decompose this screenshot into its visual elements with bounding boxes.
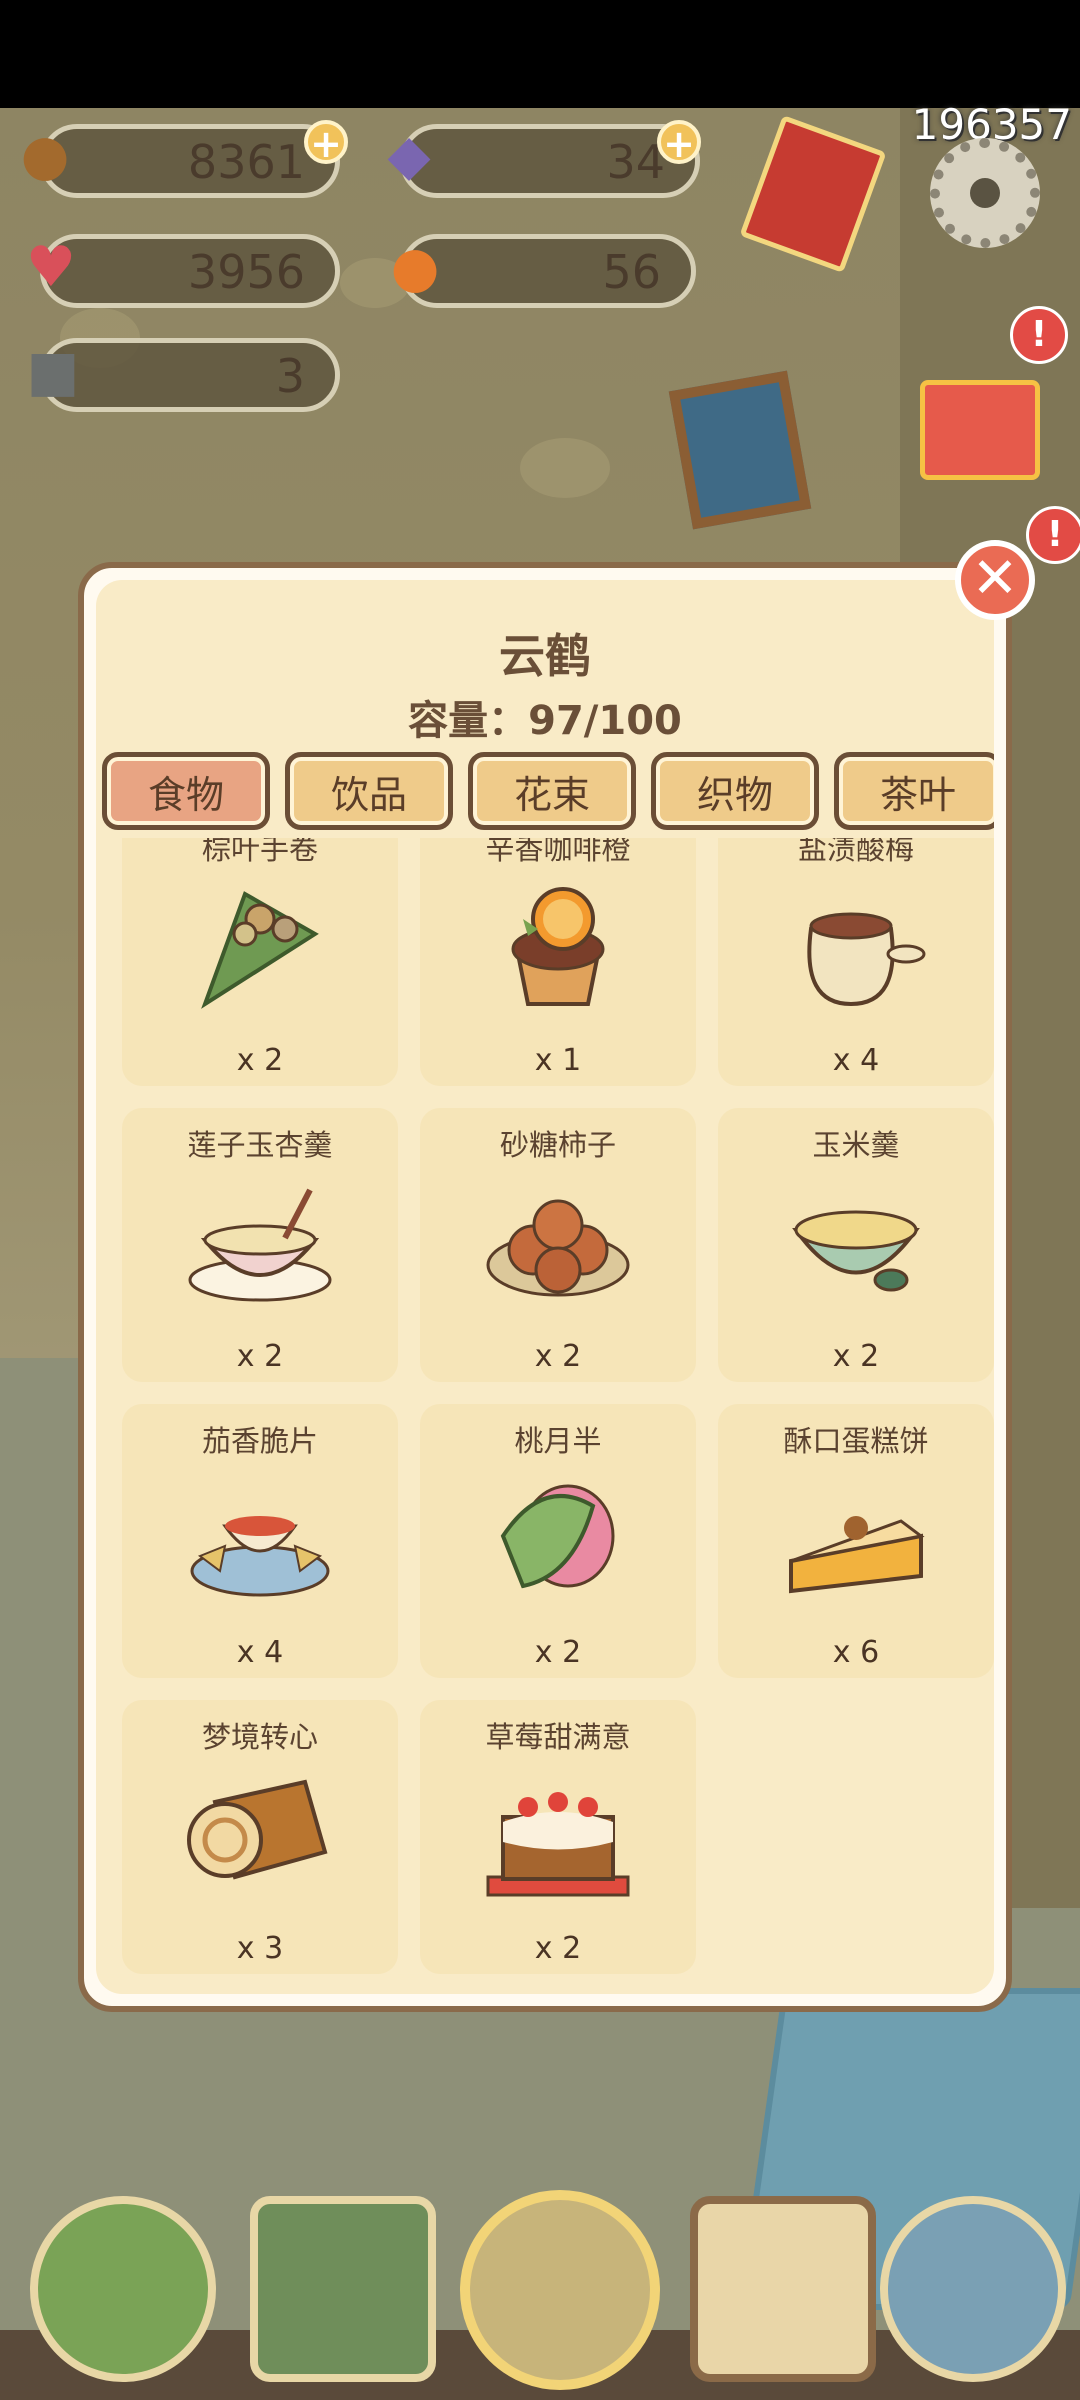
item-name: 草莓甜满意 xyxy=(485,1720,631,1754)
item-name: 莲子玉杏羹 xyxy=(187,1128,333,1162)
capacity-label: 容量：97/100 xyxy=(408,698,682,744)
settings-gear-icon[interactable] xyxy=(930,138,1040,248)
item-quantity: x 2 xyxy=(534,1339,582,1374)
item-card[interactable]: 盐渍酸梅 x 4 xyxy=(718,838,994,1086)
gift-icon[interactable] xyxy=(920,380,1040,480)
acorn-icon: ● xyxy=(20,122,70,188)
alert-badge-icon: ! xyxy=(1026,506,1080,564)
swiss-roll-icon xyxy=(187,1779,328,1880)
orange-cupcake-icon xyxy=(511,887,605,1006)
item-name: 茄香脆片 xyxy=(201,1424,318,1458)
tab-food[interactable]: 食物 xyxy=(102,752,270,830)
persimmon-icon xyxy=(486,1199,630,1297)
item-card[interactable]: 梦境转心 x 3 xyxy=(122,1700,398,1974)
inventory-panel: 云鹤 容量：97/100 食物 饮品 花束 织物 茶叶 棕叶手卷 x 2 辛香咖… xyxy=(78,562,1012,2012)
item-card[interactable]: 棕叶手卷 x 2 xyxy=(122,838,398,1086)
item-card[interactable]: 桃月半 x 2 xyxy=(420,1404,696,1678)
item-grid: 棕叶手卷 x 2 辛香咖啡橙 x 1 盐渍酸梅 x 4 莲子玉杏羹 x 2 砂糖… xyxy=(122,838,994,1978)
item-name: 桃月半 xyxy=(514,1424,602,1458)
item-quantity: x 2 xyxy=(534,1635,582,1670)
robot-icon: ■ xyxy=(26,338,80,404)
inventory-panel-body: 云鹤 容量：97/100 食物 饮品 花束 织物 茶叶 棕叶手卷 x 2 辛香咖… xyxy=(96,580,994,1994)
resource-acorn: 8361 xyxy=(40,124,340,198)
cake-slice-icon xyxy=(789,1516,925,1594)
map-pin-icon[interactable] xyxy=(880,2196,1066,2382)
tab-bouquet[interactable]: 花束 xyxy=(468,752,636,830)
item-name: 玉米羹 xyxy=(812,1128,900,1162)
alert-badge-icon: ! xyxy=(1010,306,1068,364)
item-card[interactable]: 玉米羹 x 2 xyxy=(718,1108,994,1382)
add-crystal-button[interactable]: + xyxy=(657,120,701,164)
item-card[interactable]: 辛香咖啡橙 x 1 xyxy=(420,838,696,1086)
item-quantity: x 6 xyxy=(832,1635,880,1670)
orange-icon: ● xyxy=(390,234,440,300)
item-card[interactable]: 茄香脆片 x 4 xyxy=(122,1404,398,1678)
panel-title: 云鹤 xyxy=(499,629,591,683)
leaf-wrap-icon xyxy=(201,891,319,1009)
item-name: 砂糖柿子 xyxy=(499,1128,616,1162)
peach-mochi-icon xyxy=(500,1484,615,1589)
item-quantity: x 2 xyxy=(236,1043,284,1078)
clipboard-icon[interactable] xyxy=(690,2196,876,2382)
close-button[interactable]: ✕ xyxy=(955,540,1035,620)
lotus-soup-icon xyxy=(188,1188,332,1302)
resource-value: 3 xyxy=(275,349,305,403)
wall-stone xyxy=(520,438,610,498)
resource-value: 8361 xyxy=(187,135,305,189)
item-card[interactable]: 莲子玉杏羹 x 2 xyxy=(122,1108,398,1382)
item-quantity: x 2 xyxy=(534,1931,582,1966)
item-quantity: x 3 xyxy=(236,1931,284,1966)
item-quantity: x 1 xyxy=(534,1043,582,1078)
wall-picture xyxy=(668,370,812,530)
corn-soup-icon xyxy=(792,1210,920,1292)
strawberry-cake-icon xyxy=(486,1792,630,1897)
resource-value: 3956 xyxy=(187,245,305,299)
heart-gem-icon: ♥ xyxy=(25,234,77,300)
house-icon[interactable] xyxy=(30,2196,216,2382)
item-quantity: x 2 xyxy=(236,1339,284,1374)
plum-jar-icon xyxy=(807,912,926,1007)
tab-fabric[interactable]: 织物 xyxy=(651,752,819,830)
item-name: 梦境转心 xyxy=(201,1720,318,1754)
item-card[interactable]: 酥口蛋糕饼 x 6 xyxy=(718,1404,994,1678)
tomato-chips-icon xyxy=(190,1516,330,1597)
item-card[interactable]: 砂糖柿子 x 2 xyxy=(420,1108,696,1382)
add-acorn-button[interactable]: + xyxy=(304,120,348,164)
status-bar xyxy=(0,0,1080,108)
item-name: 盐渍酸梅 xyxy=(797,838,914,866)
bird-portrait-icon[interactable] xyxy=(460,2190,660,2390)
item-name: 棕叶手卷 xyxy=(201,838,318,866)
resource-value: 56 xyxy=(602,245,661,299)
tab-tea[interactable]: 茶叶 xyxy=(834,752,994,830)
close-icon: ✕ xyxy=(971,546,1019,611)
item-quantity: x 4 xyxy=(236,1635,284,1670)
item-card[interactable]: 草莓甜满意 x 2 xyxy=(420,1700,696,1974)
item-name: 辛香咖啡橙 xyxy=(485,838,631,866)
item-quantity: x 2 xyxy=(832,1339,880,1374)
item-name: 酥口蛋糕饼 xyxy=(783,1424,929,1458)
letter-icon[interactable] xyxy=(250,2196,436,2382)
crystal-icon: ◆ xyxy=(387,122,431,188)
item-quantity: x 4 xyxy=(832,1043,880,1078)
category-tabs: 食物 饮品 花束 织物 茶叶 xyxy=(102,752,994,834)
tab-drinks[interactable]: 饮品 xyxy=(285,752,453,830)
